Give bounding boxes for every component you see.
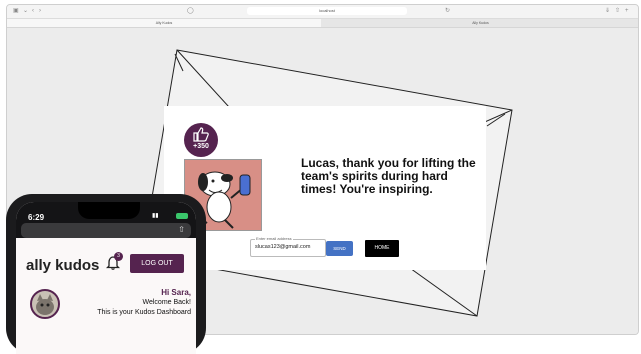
sidebar-toggle-icon[interactable]: ▣ (13, 7, 19, 15)
phone-notch (78, 202, 140, 219)
send-button[interactable]: SEND (326, 241, 353, 256)
phone-screen: 6:29 ▮▮ ⇧ ally kudos 3 LOG OUT Hi Sara, … (16, 202, 196, 354)
email-input[interactable] (251, 240, 327, 254)
status-time: 6:29 (28, 213, 45, 222)
shield-icon: ◯ (187, 8, 194, 14)
greeting: Hi Sara, (161, 288, 191, 297)
tab-ally-kudos[interactable]: Ally Kudos (323, 19, 638, 27)
phone-status-area: 6:29 ▮▮ ⇧ (16, 202, 196, 238)
share-icon[interactable]: ⇧ (615, 7, 620, 15)
tab-ally-kudos-active[interactable]: Ally Kudos (7, 19, 321, 27)
logout-button[interactable]: LOG OUT (130, 254, 184, 273)
browser-toolbar: ▣ ⌄ ‹ › ◯ localhost ↻ ⇓ ⇧ + (7, 5, 638, 19)
url-text: localhost (319, 8, 335, 13)
phone-address-bar[interactable]: ⇧ (21, 223, 191, 238)
tab-strip: Ally Kudos Ally Kudos (7, 19, 638, 28)
avatar (30, 289, 60, 319)
points-value: +350 (193, 143, 209, 150)
thumbs-up-icon (193, 127, 209, 142)
reload-icon[interactable]: ↻ (445, 7, 450, 15)
dashboard-text: This is your Kudos Dashboard (97, 309, 191, 316)
share-icon[interactable]: ⇧ (178, 225, 185, 234)
battery-icon (176, 213, 188, 219)
notification-badge: 3 (114, 252, 123, 261)
points-badge: +350 (184, 123, 218, 157)
address-bar[interactable]: localhost (247, 7, 407, 15)
welcome-block: Hi Sara, Welcome Back! This is your Kudo… (71, 288, 191, 318)
new-tab-icon[interactable]: + (625, 7, 629, 15)
back-icon[interactable]: ‹ (32, 7, 34, 15)
welcome-text: Welcome Back! (142, 299, 192, 306)
brand-logo: ally kudos (26, 257, 100, 274)
cat-avatar-image (36, 294, 54, 315)
email-field: Enter email address (250, 236, 327, 257)
download-icon[interactable]: ⇓ (605, 7, 610, 15)
signal-icon: ▮▮ (152, 213, 159, 219)
phone-mockup: 6:29 ▮▮ ⇧ ally kudos 3 LOG OUT Hi Sara, … (6, 194, 206, 354)
kudos-message: Lucas, thank you for lifting the team's … (301, 156, 476, 196)
kudos-card: +350 Lucas, thank you for lifting the te… (164, 106, 486, 270)
home-button[interactable]: HOME (365, 240, 399, 257)
chevron-down-icon[interactable]: ⌄ (23, 7, 28, 15)
forward-icon[interactable]: › (39, 7, 41, 15)
tab-label: Ally Kudos (472, 21, 489, 25)
tab-label: Ally Kudos (155, 21, 173, 25)
